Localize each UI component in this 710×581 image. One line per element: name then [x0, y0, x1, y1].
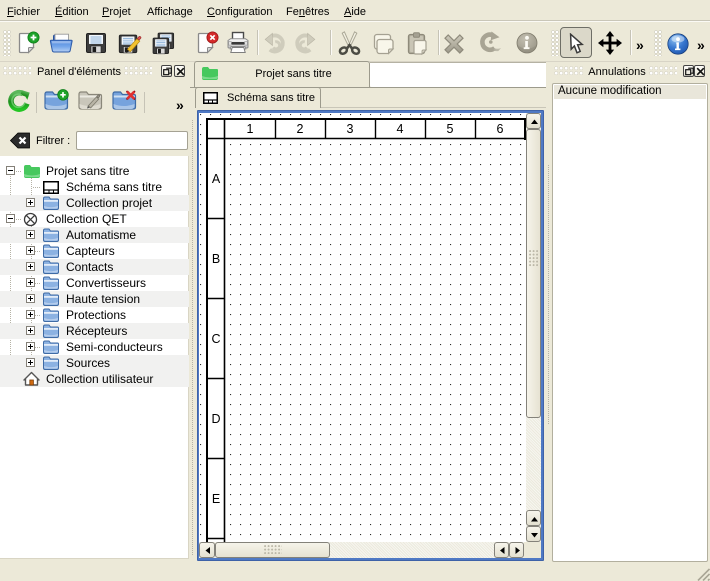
- svg-text:3: 3: [347, 122, 354, 136]
- svg-text:1: 1: [247, 122, 254, 136]
- svg-text:D: D: [211, 412, 220, 426]
- svg-text:6: 6: [497, 122, 504, 136]
- svg-text:2: 2: [297, 122, 304, 136]
- svg-text:C: C: [211, 332, 220, 346]
- svg-text:E: E: [212, 492, 220, 506]
- svg-text:4: 4: [397, 122, 404, 136]
- svg-text:5: 5: [447, 122, 454, 136]
- svg-text:B: B: [212, 252, 220, 266]
- svg-text:A: A: [212, 172, 221, 186]
